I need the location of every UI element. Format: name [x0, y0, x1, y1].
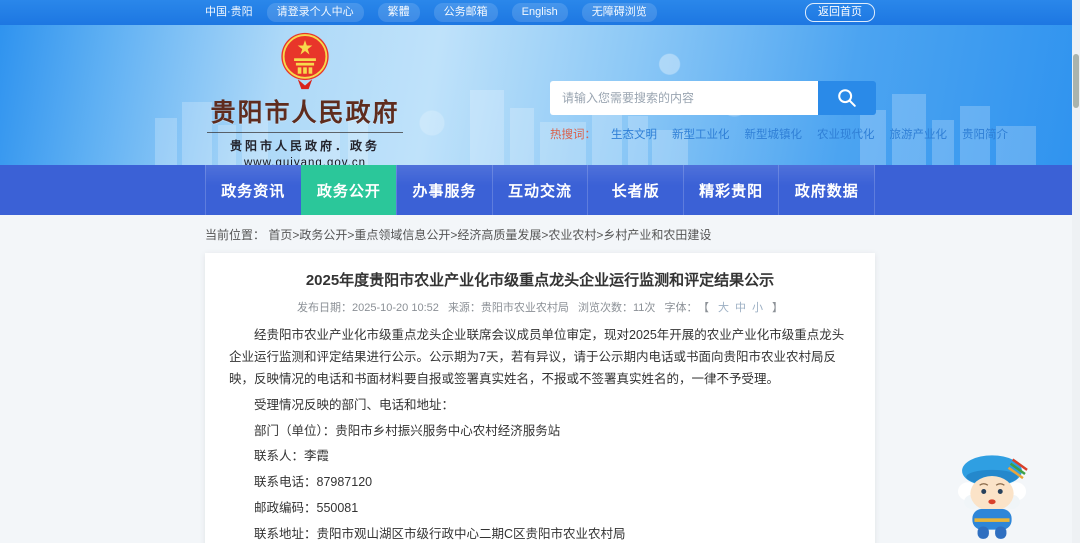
article-body: 经贵阳市农业产业化市级重点龙头企业联席会议成员单位审定，现对2025年开展的农业… — [229, 325, 851, 543]
national-emblem-icon — [281, 32, 329, 90]
top-utility-bar: 中国·贵阳 请登录个人中心 繁體 公务邮箱 English 无障碍浏览 返回首页 — [0, 0, 1080, 25]
nav-tab[interactable]: 精彩贵阳 — [682, 165, 779, 215]
breadcrumb-label: 当前位置： — [205, 228, 266, 242]
font-size-label: 字体： — [664, 302, 698, 314]
scrollbar-thumb[interactable] — [1073, 54, 1079, 108]
topbar-link[interactable]: 请登录个人中心 — [266, 3, 364, 22]
search-input[interactable] — [550, 81, 818, 115]
site-name: 贵阳市人民政府 — [210, 99, 400, 127]
hot-search-word[interactable]: 生态文明 — [611, 126, 657, 142]
nav-tab[interactable]: 长者版 — [587, 165, 683, 215]
search-icon — [838, 89, 856, 107]
article-paragraph: 邮政编码：550081 — [254, 501, 359, 516]
back-to-home-button[interactable]: 返回首页 — [805, 3, 875, 22]
font-size-options: 大中小 — [715, 302, 766, 314]
hot-search-label: 热搜词： — [550, 129, 596, 141]
nav-tab[interactable]: 政务公开 — [300, 165, 397, 215]
topbar-links: 中国·贵阳 请登录个人中心 繁體 公务邮箱 English 无障碍浏览 — [205, 3, 657, 22]
nav-tab[interactable]: 互动交流 — [491, 165, 588, 215]
site-url: www.guiyang.gov.cn — [244, 157, 366, 165]
article-card: 2025年度贵阳市农业产业化市级重点龙头企业运行监测和评定结果公示 发布日期：2… — [205, 253, 875, 543]
font-size-option[interactable]: 小 — [752, 302, 763, 314]
nav-tab[interactable]: 办事服务 — [396, 165, 492, 215]
article-paragraph: 联系地址：贵阳市观山湖区市级行政中心二期C区贵阳市农业农村局 — [254, 527, 626, 541]
hot-search-word[interactable]: 新型工业化 — [672, 126, 730, 142]
site-subtitle: 贵阳市人民政府．政务 — [229, 139, 380, 153]
topbar-link[interactable]: 中国·贵阳 — [205, 4, 253, 21]
hot-search-word[interactable]: 旅游产业化 — [890, 126, 948, 142]
site-logo-block[interactable]: 贵阳市人民政府 贵阳市人民政府．政务 www.guiyang.gov.cn — [205, 31, 405, 165]
view-count: 浏览次数：11次 — [578, 302, 656, 314]
topbar-link[interactable]: 繁體 — [377, 3, 420, 22]
hot-search-word[interactable]: 贵阳简介 — [962, 126, 1008, 142]
article-paragraph: 联系电话：87987120 — [254, 475, 373, 490]
article-paragraph: 联系人：李霞 — [254, 449, 330, 464]
logo-divider — [207, 132, 403, 133]
topbar-link[interactable]: 公务邮箱 — [433, 3, 498, 22]
topbar-link[interactable]: 无障碍浏览 — [581, 3, 657, 22]
main-navigation: 政务资讯 政务公开 办事服务 互动交流 长者版 精彩贵阳 政府数据 — [0, 165, 1080, 215]
hot-search-word[interactable]: 农业现代化 — [817, 126, 875, 142]
article-meta: 发布日期：2025-10-20 10:52 来源：贵阳市农业农村局 浏览次数：1… — [229, 299, 851, 315]
font-size-bracket: 【 — [703, 302, 709, 314]
nav-tab[interactable]: 政府数据 — [778, 165, 876, 215]
search-button[interactable] — [818, 81, 876, 115]
nav-tab[interactable]: 政务资讯 — [205, 165, 301, 215]
hot-search-words: 生态文明 新型工业化 新型城镇化 农业现代化 旅游产业化 贵阳简介 — [611, 126, 1008, 142]
breadcrumb: 当前位置： 首页>政务公开>重点领域信息公开>经济高质量发展>农业农村>乡村产业… — [0, 215, 1080, 253]
hot-search-word[interactable]: 新型城镇化 — [745, 126, 803, 142]
publish-date: 发布日期：2025-10-20 10:52 — [297, 302, 439, 314]
article-source: 来源：贵阳市农业农村局 — [447, 302, 569, 314]
font-size-option[interactable]: 中 — [735, 302, 746, 314]
font-size-option[interactable]: 大 — [718, 302, 729, 314]
article-title: 2025年度贵阳市农业产业化市级重点龙头企业运行监测和评定结果公示 — [305, 272, 775, 289]
topbar-link[interactable]: English — [511, 3, 568, 22]
font-size-bracket: 】 — [771, 302, 783, 314]
site-header: 贵阳市人民政府 贵阳市人民政府．政务 www.guiyang.gov.cn 热搜… — [0, 25, 1080, 165]
article-paragraph: 部门（单位）：贵阳市乡村振兴服务中心农村经济服务站 — [254, 423, 561, 438]
scrollbar-track[interactable] — [1072, 0, 1080, 543]
mascot-figure[interactable] — [940, 443, 1044, 541]
breadcrumb-path[interactable]: 首页>政务公开>重点领域信息公开>经济高质量发展>农业农村>乡村产业和农田建设 — [268, 228, 711, 242]
article-paragraph: 经贵阳市农业产业化市级重点龙头企业联席会议成员单位审定，现对2025年开展的农业… — [229, 328, 845, 386]
article-paragraph: 受理情况反映的部门、电话和地址： — [254, 397, 455, 412]
search-block: 热搜词： 生态文明 新型工业化 新型城镇化 农业现代化 旅游产业化 贵阳简介 — [550, 81, 1008, 142]
